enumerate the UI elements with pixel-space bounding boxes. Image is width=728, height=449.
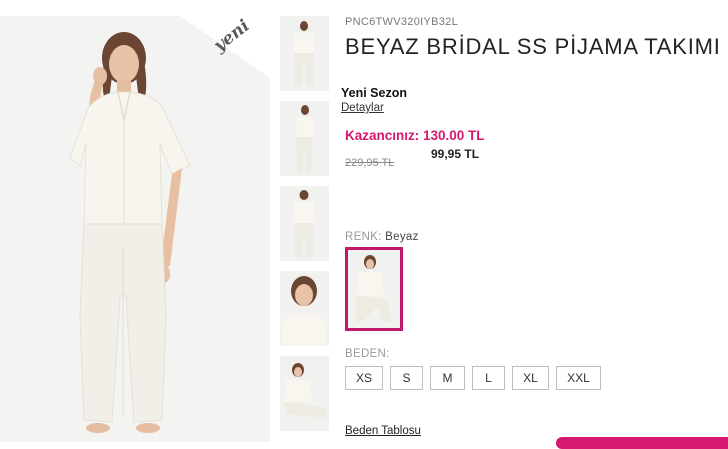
thumbnail-image	[296, 105, 314, 172]
color-label-text: RENK:	[345, 231, 382, 243]
size-options: XS S M L XL XXL	[345, 366, 601, 390]
current-price: 99,95 TL	[431, 147, 480, 161]
thumbnail-back-full[interactable]	[280, 186, 329, 261]
swatch-image	[356, 255, 390, 322]
thumbnail-seated[interactable]	[280, 356, 329, 431]
size-option-m[interactable]: M	[430, 366, 465, 390]
color-label: RENK: Beyaz	[345, 231, 419, 243]
add-to-cart-button[interactable]	[556, 437, 728, 449]
size-label: BEDEN:	[345, 348, 390, 360]
color-swatch-selected[interactable]	[345, 247, 403, 331]
thumbnail-side-full[interactable]	[280, 101, 329, 176]
thumbnail-image	[293, 21, 315, 86]
size-table-link[interactable]: Beden Tablosu	[345, 425, 421, 437]
thumbnail-front-full[interactable]	[280, 16, 329, 91]
product-sku: PNC6TWV320IYB32L	[345, 16, 459, 28]
new-badge: yeni	[180, 16, 270, 78]
size-option-xl[interactable]: XL	[512, 366, 549, 390]
thumbnail-image	[284, 363, 326, 418]
old-price: 229,95 TL	[345, 157, 395, 169]
color-value: Beyaz	[385, 231, 419, 243]
model-figure	[0, 16, 270, 442]
size-option-s[interactable]: S	[390, 366, 423, 390]
size-option-xs[interactable]: XS	[345, 366, 383, 390]
thumbnail-closeup[interactable]	[280, 271, 329, 346]
season-label: Yeni Sezon	[341, 86, 407, 100]
size-option-xxl[interactable]: XXL	[556, 366, 601, 390]
size-option-l[interactable]: L	[472, 366, 505, 390]
savings-text: Kazancınız: 130.00 TL	[345, 128, 485, 143]
product-title: BEYAZ BRİDAL SS PİJAMA TAKIMI	[345, 34, 721, 59]
main-product-image[interactable]: yeni	[0, 16, 270, 442]
details-link[interactable]: Detaylar	[341, 102, 384, 114]
thumbnail-image	[282, 276, 326, 346]
thumbnail-image	[293, 190, 315, 257]
